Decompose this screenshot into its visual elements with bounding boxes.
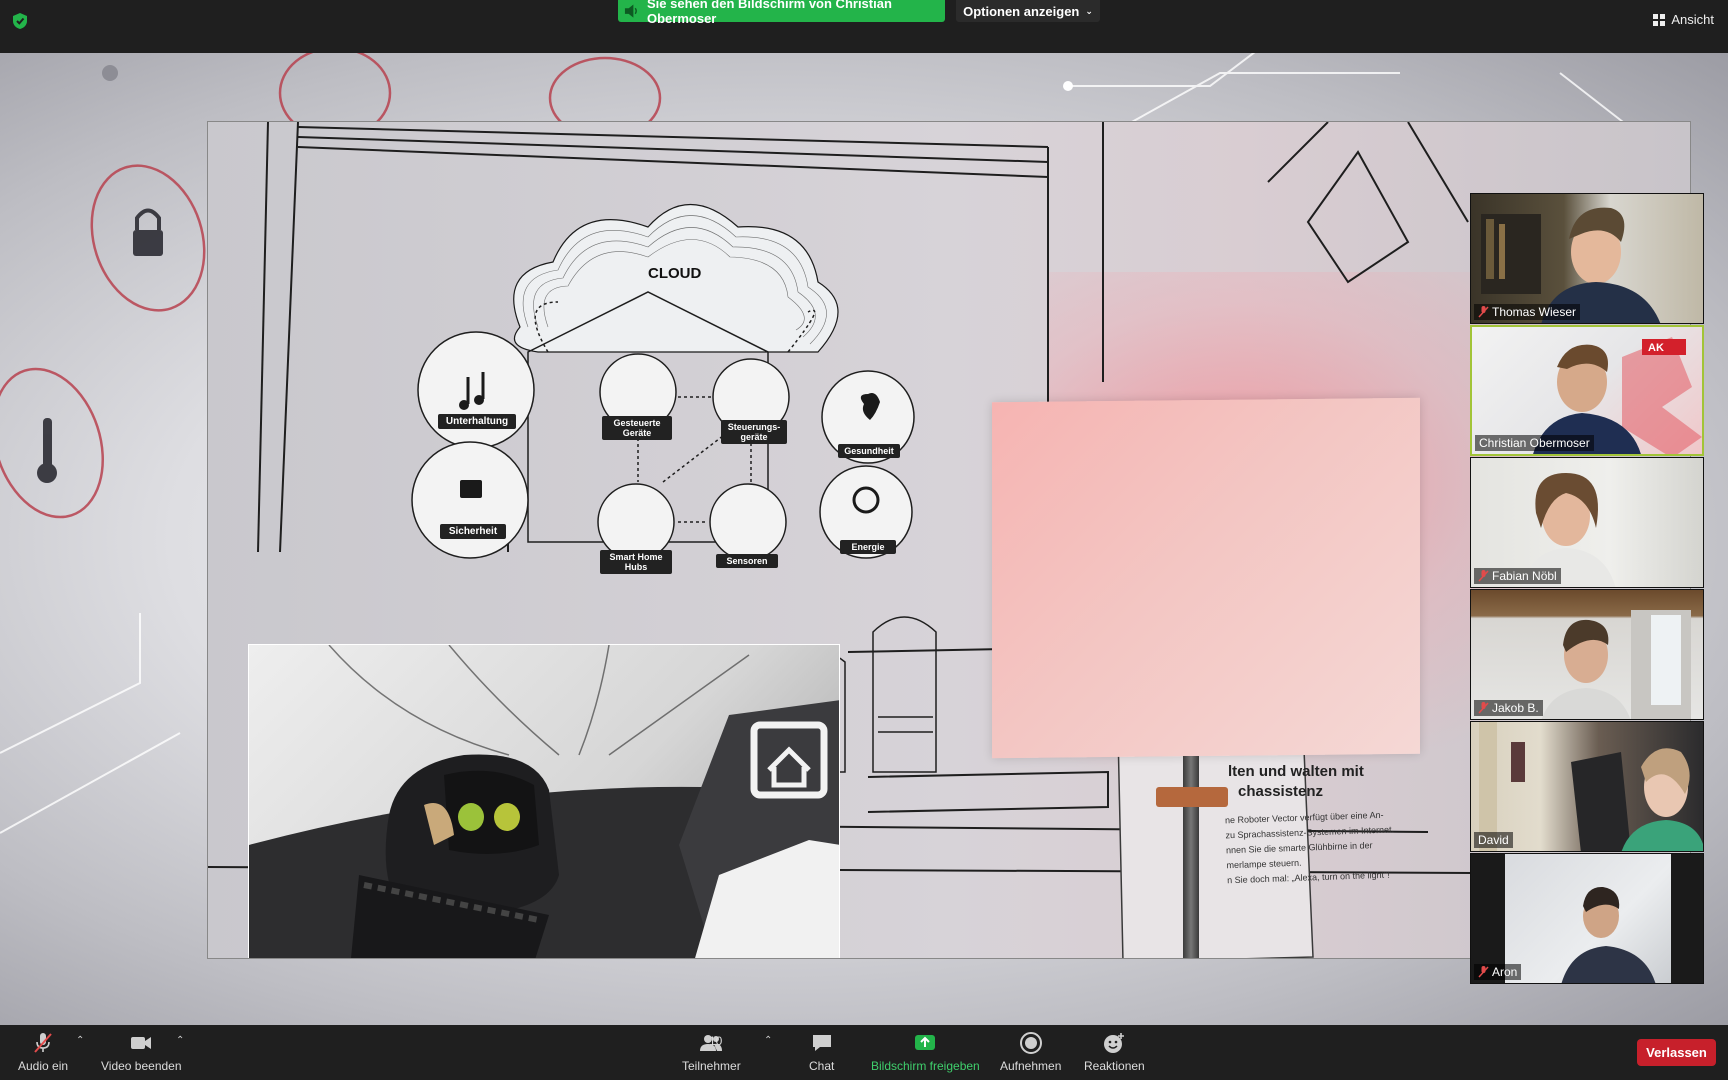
poster-title-line2: chassistenz	[1238, 783, 1324, 800]
participant-tile[interactable]: Jakob B.	[1470, 589, 1704, 720]
mic-muted-icon	[1478, 966, 1489, 978]
shared-video-feed: CLOUD Unterhaltung Sicherheit Gesteuerte…	[207, 121, 1691, 959]
video-options-chevron-icon[interactable]: ⌃	[176, 1035, 184, 1046]
participant-tile[interactable]: Fabian Nöbl	[1470, 457, 1704, 588]
chat-button-label: Chat	[809, 1059, 835, 1073]
participant-name: David	[1478, 833, 1509, 847]
poster-body: ne Roboter Vector verfügt über eine An- …	[1225, 807, 1418, 889]
mic-muted-icon	[34, 1033, 52, 1053]
participant-tile[interactable]: Thomas Wieser	[1470, 193, 1704, 324]
poster-title-line1: lten und walten mit	[1228, 763, 1364, 780]
mic-muted-icon	[1478, 702, 1489, 714]
diagram-security-label: Sicherheit	[440, 524, 506, 539]
video-button[interactable]: Video beenden	[101, 1031, 182, 1073]
audio-options-chevron-icon[interactable]: ⌃	[76, 1035, 84, 1046]
lamp-fixture	[1156, 787, 1228, 807]
chevron-down-icon: ⌄	[1085, 5, 1093, 16]
audio-button-label: Audio ein	[18, 1059, 69, 1073]
participant-tile[interactable]: Aron	[1470, 853, 1704, 984]
view-button[interactable]: Ansicht	[1653, 12, 1714, 27]
chat-button[interactable]: Chat	[809, 1031, 834, 1073]
participant-name: Fabian Nöbl	[1492, 569, 1557, 583]
diagram-energy-label: Energie	[840, 540, 896, 554]
participant-name: Aron	[1492, 965, 1518, 979]
participants-button[interactable]: 10 Teilnehmer	[682, 1031, 741, 1073]
participant-tile[interactable]: AK Christian Obermoser	[1470, 325, 1704, 456]
top-bar: Sie sehen den Bildschirm von Christian O…	[0, 0, 1728, 53]
participant-nameplate: Jakob B.	[1474, 700, 1543, 716]
record-button-label: Aufnehmen	[1000, 1059, 1062, 1073]
participants-options-chevron-icon[interactable]: ⌃	[764, 1035, 772, 1046]
participant-nameplate: Fabian Nöbl	[1474, 568, 1561, 584]
diagram-health-label: Gesundheit	[838, 444, 900, 458]
video-button-label: Video beenden	[101, 1059, 182, 1073]
mic-muted-icon	[1478, 570, 1489, 582]
screen-share-banner: Sie sehen den Bildschirm von Christian O…	[618, 0, 945, 26]
participant-nameplate: Thomas Wieser	[1474, 304, 1581, 320]
participant-name: Christian Obermoser	[1479, 436, 1590, 450]
svg-text:AK: AK	[1648, 342, 1664, 354]
audio-button[interactable]: Audio ein	[18, 1031, 68, 1073]
lampshade	[992, 397, 1420, 759]
participants-button-label: Teilnehmer	[682, 1059, 741, 1073]
screen-share-banner-text: Sie sehen den Bildschirm von Christian O…	[647, 0, 892, 26]
reactions-button[interactable]: Reaktionen	[1084, 1031, 1145, 1073]
view-options-button[interactable]: Optionen anzeigen ⌄	[956, 0, 1100, 22]
participant-gallery: Thomas Wieser AK Christian Obermoser Fab…	[1470, 193, 1704, 988]
robot-video-inset	[248, 644, 840, 958]
participant-nameplate: Christian Obermoser	[1475, 435, 1594, 451]
share-screen-icon	[915, 1035, 936, 1050]
participant-nameplate: Aron	[1474, 964, 1522, 980]
robot-photo	[249, 645, 839, 958]
speaker-icon	[624, 4, 637, 18]
view-button-label: Ansicht	[1671, 12, 1714, 27]
chat-bubble-icon	[812, 1035, 831, 1051]
reactions-button-label: Reaktionen	[1084, 1059, 1145, 1073]
share-screen-button-label: Bildschirm freigeben	[871, 1059, 980, 1073]
participant-name: Jakob B.	[1492, 701, 1539, 715]
participant-nameplate: David	[1474, 832, 1513, 848]
grid-view-icon	[1653, 13, 1666, 26]
participant-name: Thomas Wieser	[1492, 305, 1577, 319]
view-options-label: Optionen anzeigen	[963, 3, 1080, 19]
diagram-entertainment-label: Unterhaltung	[438, 414, 516, 429]
participant-count: 10	[709, 1034, 723, 1048]
diagram-controlled-devices-label: Gesteuerte Geräte	[602, 416, 672, 440]
record-button[interactable]: Aufnehmen	[1000, 1031, 1061, 1073]
meeting-toolbar: Audio ein ⌃ Video beenden ⌃ 10 Teilnehme…	[0, 1025, 1728, 1080]
video-camera-icon	[131, 1037, 152, 1049]
diagram-control-devices-label: Steuerungs-geräte	[721, 420, 787, 444]
zoom-meeting-window: Sie sehen den Bildschirm von Christian O…	[0, 0, 1728, 1080]
mic-muted-icon	[1478, 306, 1489, 318]
participant-tile[interactable]: David	[1470, 721, 1704, 852]
security-shield-icon[interactable]	[12, 12, 28, 30]
smiley-icon	[1104, 1033, 1125, 1053]
leave-meeting-button[interactable]: Verlassen	[1637, 1039, 1716, 1066]
diagram-sensors-label: Sensoren	[716, 554, 778, 568]
record-icon	[1019, 1032, 1042, 1054]
diagram-hubs-label: Smart Home Hubs	[600, 550, 672, 574]
share-screen-button[interactable]: Bildschirm freigeben	[871, 1031, 980, 1073]
diagram-cloud-label: CLOUD	[648, 265, 702, 282]
shared-screen: CLOUD Unterhaltung Sicherheit Gesteuerte…	[0, 53, 1728, 1025]
